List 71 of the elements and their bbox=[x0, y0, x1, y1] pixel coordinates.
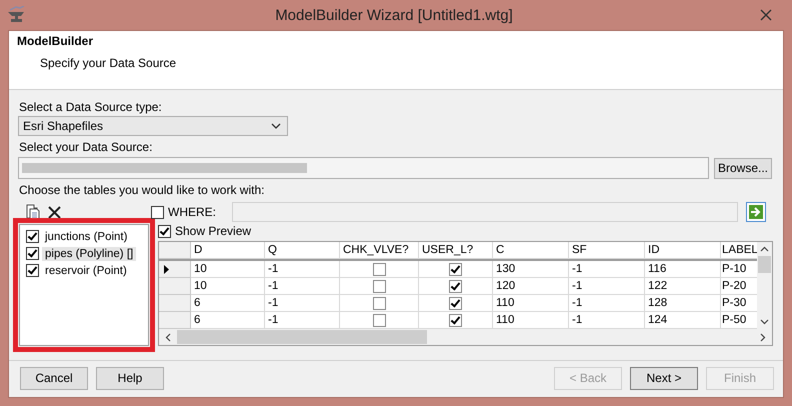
scroll-thumb[interactable] bbox=[177, 330, 427, 344]
table-cell: 116 bbox=[645, 261, 721, 278]
scroll-left-icon[interactable] bbox=[165, 332, 171, 342]
checkbox[interactable] bbox=[372, 314, 386, 326]
checkbox[interactable] bbox=[372, 262, 386, 276]
dropdown-caret-icon[interactable] bbox=[271, 123, 281, 129]
table-cell: 10 bbox=[191, 261, 265, 278]
source-type-dropdown[interactable]: Esri Shapefiles bbox=[18, 116, 288, 136]
table-cell: 6 bbox=[191, 295, 265, 312]
delete-icon[interactable] bbox=[48, 206, 61, 218]
column-header[interactable]: SF bbox=[569, 242, 645, 259]
field-label: Select your Data Source: bbox=[19, 140, 154, 154]
checkbox[interactable] bbox=[158, 224, 171, 238]
checkbox[interactable] bbox=[449, 280, 462, 292]
field-label: Select a Data Source type: bbox=[19, 100, 163, 114]
table-cell: 130 bbox=[493, 261, 569, 278]
table-cell: 10 bbox=[191, 278, 265, 295]
checkbox[interactable] bbox=[449, 262, 462, 276]
table-list-item[interactable]: reservoir (Point) bbox=[42, 264, 130, 278]
browse-button[interactable]: Browse... bbox=[714, 158, 772, 178]
column-header[interactable]: ID bbox=[645, 242, 721, 259]
table-cell: -1 bbox=[265, 295, 340, 312]
checkbox[interactable] bbox=[26, 247, 39, 260]
scroll-up-icon[interactable] bbox=[760, 246, 769, 252]
table-cell: 128 bbox=[645, 295, 721, 312]
table-cell: 122 bbox=[645, 278, 721, 295]
checkbox[interactable] bbox=[449, 296, 462, 310]
table-cell: -1 bbox=[569, 295, 645, 312]
checkbox[interactable] bbox=[449, 314, 462, 326]
table-cell: 110 bbox=[493, 295, 569, 312]
column-header[interactable]: Q bbox=[265, 242, 340, 259]
checkbox[interactable] bbox=[151, 206, 164, 218]
scroll-right-icon[interactable] bbox=[760, 332, 766, 342]
column-header[interactable]: C bbox=[493, 242, 569, 259]
checkbox[interactable] bbox=[372, 296, 386, 310]
table-cell: -1 bbox=[265, 261, 340, 278]
table-list-item[interactable]: junctions (Point) bbox=[42, 230, 130, 244]
wizard-button[interactable]: Cancel bbox=[20, 366, 88, 390]
scroll-thumb[interactable] bbox=[758, 256, 771, 273]
checkbox[interactable] bbox=[26, 230, 39, 243]
scroll-down-icon[interactable] bbox=[760, 319, 769, 325]
table-list-item[interactable]: pipes (Polyline) [] bbox=[42, 246, 136, 260]
checkbox[interactable] bbox=[26, 264, 39, 277]
show-preview-label: Show Preview bbox=[175, 224, 252, 238]
where-label: WHERE: bbox=[168, 205, 216, 219]
page-title: ModelBuilder bbox=[17, 34, 94, 48]
tables-label: Choose the tables you would like to work with: bbox=[19, 183, 266, 197]
arrow-right-icon[interactable] bbox=[746, 202, 766, 222]
table-cell: 120 bbox=[493, 278, 569, 295]
page-subtitle: Specify your Data Source bbox=[40, 56, 178, 70]
table-cell: -1 bbox=[265, 312, 340, 329]
table-cell: 6 bbox=[191, 312, 265, 329]
close-icon[interactable] bbox=[760, 9, 772, 21]
wizard-button[interactable]: Help bbox=[96, 366, 164, 390]
copy-icon[interactable] bbox=[26, 204, 40, 220]
table-cell: -1 bbox=[569, 261, 645, 278]
table-cell: 110 bbox=[493, 312, 569, 329]
column-header[interactable]: USER_L? bbox=[419, 242, 493, 259]
table-cell: -1 bbox=[569, 312, 645, 329]
wizard-button[interactable]: Next > bbox=[630, 366, 698, 390]
data-source-field[interactable] bbox=[18, 157, 709, 179]
where-field[interactable] bbox=[232, 202, 738, 222]
current-row-icon bbox=[164, 264, 169, 274]
table-cell: 124 bbox=[645, 312, 721, 329]
row-header[interactable] bbox=[159, 261, 191, 278]
window-title: ModelBuilder Wizard [Untitled1.wtg] bbox=[274, 6, 514, 24]
table-cell: -1 bbox=[569, 278, 645, 295]
checkbox[interactable] bbox=[372, 280, 386, 292]
column-header[interactable]: CHK_VLVE? bbox=[340, 242, 419, 259]
table-cell: -1 bbox=[265, 278, 340, 295]
column-header[interactable]: D bbox=[191, 242, 265, 259]
